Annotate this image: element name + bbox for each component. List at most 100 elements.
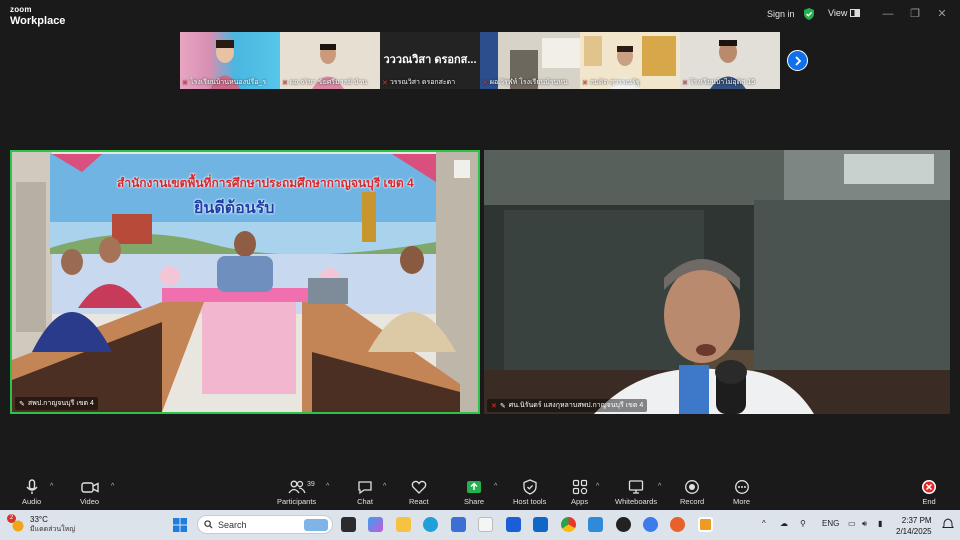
chrome-icon[interactable] — [561, 517, 576, 532]
gallery-next-button[interactable] — [787, 50, 808, 71]
close-window-icon[interactable]: ✕ — [934, 6, 950, 22]
banner-line-1: สำนักงานเขตพื้นที่การศึกษาประถมศึกษากาญจ… — [117, 176, 414, 190]
apps-options-caret[interactable]: ^ — [596, 483, 599, 490]
temperature: 33°C — [30, 515, 48, 524]
participants-label: Participants — [277, 497, 317, 506]
copilot-icon[interactable] — [368, 517, 383, 532]
audio-label: Audio — [22, 497, 42, 506]
end-label: End — [922, 497, 936, 506]
mic-muted-icon: ✕ — [282, 79, 288, 87]
language-indicator[interactable]: ENG — [822, 519, 839, 528]
video-options-caret[interactable]: ^ — [111, 483, 114, 490]
amazon-icon[interactable] — [478, 517, 493, 532]
react-label: React — [409, 497, 429, 506]
video-tile-active-speaker[interactable]: สำนักงานเขตพื้นที่การศึกษาประถมศึกษากาญจ… — [10, 150, 480, 414]
sign-in-link[interactable]: Sign in — [767, 9, 795, 19]
edge-browser-icon[interactable] — [423, 517, 438, 532]
share-options-caret[interactable]: ^ — [494, 483, 497, 490]
firefox-icon[interactable] — [670, 517, 685, 532]
chat-options-caret[interactable]: ^ — [383, 483, 386, 490]
windows-taskbar: 2 33°C มีแดดส่วนใหญ่ Search ^ ☁ ⚲ ENG ▭ … — [0, 510, 960, 540]
participants-options-caret[interactable]: ^ — [326, 483, 329, 490]
participant-thumb[interactable]: ✕ โรงเรียนบ้าไม่อุติส 15 — [680, 32, 780, 89]
search-highlight-icon — [304, 518, 328, 531]
minimize-icon[interactable]: — — [880, 6, 896, 22]
video-label: ✕ ✎ ศน.นิรันดร์ แสงกุหลาบสพป.กาญจนบุรี เ… — [487, 399, 648, 412]
notifications-icon[interactable] — [942, 518, 954, 530]
more-button[interactable]: More — [733, 479, 750, 506]
outlook-icon[interactable] — [533, 517, 548, 532]
file-explorer-icon[interactable] — [396, 517, 411, 532]
participant-display-name: วววณวิสา ดรอกส... — [383, 54, 477, 66]
pin-icon: ✎ — [499, 402, 506, 410]
view-button[interactable]: View — [828, 8, 861, 18]
app-icon[interactable] — [616, 517, 631, 532]
record-button[interactable]: Record — [680, 479, 704, 506]
app-icon[interactable] — [588, 517, 603, 532]
clock-time: 2:37 PM — [901, 516, 932, 525]
battery-icon[interactable]: ▮ — [878, 519, 882, 528]
participant-thumb[interactable]: ✕ ผอ.วิรุฬห์ โรงเรียนบ้านหน — [480, 32, 580, 89]
active-app-icon[interactable] — [698, 517, 713, 532]
participant-thumb[interactable]: ✕ โรงเรียนบ้านหนองปรือ_ร — [180, 32, 280, 89]
participants-count: 39 — [307, 481, 315, 488]
store-icon[interactable] — [451, 517, 466, 532]
tray-icon[interactable]: ☁ — [780, 519, 788, 528]
logo-line-1: zoom — [10, 5, 32, 14]
search-icon — [204, 520, 213, 529]
apps-button[interactable]: Apps — [571, 479, 588, 506]
chat-button[interactable]: Chat — [357, 479, 373, 506]
audio-options-caret[interactable]: ^ — [50, 483, 53, 490]
tray-chevron-icon[interactable]: ^ — [762, 519, 766, 528]
video-label: ✎ สพป.กาญจนบุรี เขต 4 — [15, 397, 98, 410]
speaker-icon[interactable]: 🔊︎ — [862, 519, 867, 529]
react-button[interactable]: React — [409, 479, 429, 506]
grid-view-icon — [850, 9, 861, 17]
zoom-workplace-logo: zoom Workplace — [10, 5, 66, 27]
video-tile[interactable]: ✕ ✎ ศน.นิรันดร์ แสงกุหลาบสพป.กาญจนบุรี เ… — [484, 150, 950, 414]
chat-label: Chat — [357, 497, 373, 506]
audio-button[interactable]: Audio — [22, 479, 41, 506]
video-button[interactable]: Video — [80, 479, 99, 506]
end-meeting-button[interactable]: End — [921, 479, 937, 506]
restore-icon[interactable]: ❐ — [907, 6, 923, 22]
search-label: Search — [218, 519, 247, 530]
participant-name: โรงเรียนบ้านหนองปรือ_ร — [189, 79, 267, 86]
share-screen-icon — [467, 481, 481, 493]
participant-name: ผอ.จริยา ขัยศรีมาลย์ บ้าน — [289, 79, 368, 86]
meeting-toolbar: Audio ^ Video ^ Participants 39 ^ Chat ^… — [0, 474, 960, 510]
dropbox-icon[interactable] — [506, 517, 521, 532]
mic-muted-icon: ✕ — [491, 402, 497, 410]
participants-icon — [288, 480, 306, 494]
weather-badge: 2 — [7, 514, 16, 523]
mic-muted-icon: ✕ — [582, 79, 588, 87]
host-tools-label: Host tools — [513, 497, 547, 506]
share-button[interactable]: Share — [464, 479, 484, 506]
shield-check-icon[interactable] — [802, 7, 816, 21]
participant-gallery-strip: ✕ โรงเรียนบ้านหนองปรือ_ร ✕ ผอ.จริยา ขัยศรี… — [180, 32, 780, 89]
participant-name: สมคิด สุวรรณรัฐ — [589, 79, 640, 86]
clock-date: 2/14/2025 — [896, 527, 932, 536]
taskbar-search[interactable]: Search — [197, 515, 333, 534]
record-icon — [685, 480, 700, 494]
whiteboards-options-caret[interactable]: ^ — [658, 483, 661, 490]
whiteboards-button[interactable]: Whiteboards — [615, 479, 657, 506]
task-view-icon[interactable] — [341, 517, 356, 532]
logo-line-2: Workplace — [10, 15, 66, 27]
tray-icon[interactable]: ⚲ — [800, 519, 806, 528]
mic-muted-icon: ✕ — [682, 79, 688, 87]
windows-start-icon[interactable] — [173, 518, 187, 532]
participant-name: โรงเรียนบ้าไม่อุติส 15 — [689, 79, 756, 86]
participant-thumb[interactable]: วววณวิสา ดรอกส... ✕ วรรณวิสา ดรอกสะดา — [380, 32, 480, 89]
system-clock[interactable]: 2:37 PM 2/14/2025 — [896, 515, 932, 537]
display-icon[interactable]: ▭ — [848, 519, 856, 528]
participant-thumb[interactable]: ✕ ผอ.จริยา ขัยศรีมาลย์ บ้าน — [280, 32, 380, 89]
participant-thumb[interactable]: ✕ สมคิด สุวรรณรัฐ — [580, 32, 680, 89]
banner-line-2: ยินดีต้อนรับ — [194, 200, 275, 217]
host-tools-button[interactable]: Host tools — [513, 479, 546, 506]
title-bar: zoom Workplace Sign in View — ❐ ✕ — [0, 0, 960, 30]
weather-widget[interactable]: 2 33°C มีแดดส่วนใหญ่ — [7, 514, 75, 535]
apps-label: Apps — [571, 497, 589, 506]
microphone-icon — [26, 479, 38, 494]
zoom-app-icon[interactable] — [643, 517, 658, 532]
